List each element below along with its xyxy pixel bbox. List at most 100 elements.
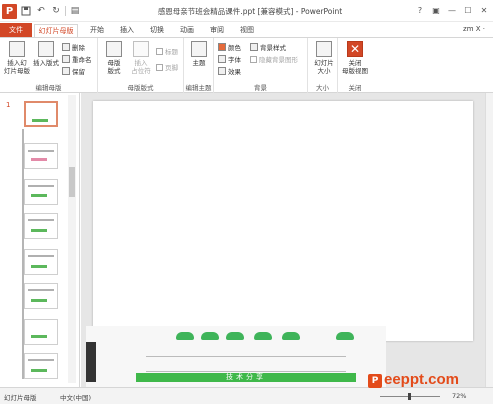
delete-icon <box>62 43 70 51</box>
insert-layout-icon <box>38 41 54 57</box>
fonts-label: 字体 <box>228 56 241 64</box>
layout-thumbnail[interactable] <box>24 213 58 239</box>
thumbnail-number: 1 <box>6 101 11 109</box>
fonts-button[interactable]: 字体 <box>218 54 241 64</box>
group-master-layout: 母版 版式 插入 占位符 标题 页脚 母版版式 <box>98 38 184 94</box>
insert-placeholder-button[interactable]: 插入 占位符 <box>128 41 154 75</box>
group-label-close: 关闭 <box>348 84 362 92</box>
save-icon[interactable] <box>20 4 32 18</box>
thumb-line <box>28 289 54 291</box>
group-edit-theme: 主题 编辑主题 <box>184 38 214 94</box>
close-master-view-button[interactable]: ✕ 关闭 母版视图 <box>340 41 370 75</box>
themes-button[interactable]: 主题 <box>187 41 211 67</box>
tree-graphic <box>201 332 219 340</box>
delete-label: 删除 <box>72 44 85 52</box>
themes-label: 主题 <box>192 59 206 67</box>
layout-thumbnail[interactable] <box>24 143 58 169</box>
background-styles-icon <box>250 43 258 51</box>
tab-animations[interactable]: 动画 <box>176 24 198 38</box>
slide-size-button[interactable]: 幻灯片 大小 <box>311 41 337 75</box>
slide-canvas[interactable] <box>93 101 473 341</box>
thumbnail-scrollbar[interactable] <box>68 95 76 383</box>
insert-slide-master-label: 插入幻 灯片母版 <box>4 59 30 75</box>
group-label-edit-theme: 编辑主题 <box>185 84 212 92</box>
start-slideshow-icon[interactable]: ▤ <box>69 4 81 18</box>
editor-scrollbar[interactable] <box>485 93 493 387</box>
colors-label: 颜色 <box>228 44 241 52</box>
hide-background-checkbox-box <box>250 55 257 63</box>
insert-layout-button[interactable]: 插入版式 <box>31 41 61 67</box>
slide-thumbnail-pane: 1 <box>0 93 80 387</box>
effects-button[interactable]: 效果 <box>218 66 241 76</box>
thumb-graphic <box>31 265 47 268</box>
layout-thumbnail[interactable] <box>24 179 58 205</box>
thumb-line <box>28 185 54 187</box>
insert-placeholder-label: 插入 占位符 <box>131 59 151 75</box>
colors-button[interactable]: 颜色 <box>218 42 241 52</box>
footer-checkbox-label: 页脚 <box>165 64 178 72</box>
minimize-button[interactable]: — <box>445 3 459 17</box>
group-label-edit-master: 编辑母版 <box>35 84 62 92</box>
preserve-button[interactable]: 保留 <box>62 66 85 76</box>
tab-file[interactable]: 文件 <box>0 23 32 38</box>
master-layout-button[interactable]: 母版 版式 <box>102 41 126 75</box>
image-grid <box>146 356 346 372</box>
status-language[interactable]: 中文(中国) <box>60 392 91 402</box>
footer-checkbox[interactable]: 页脚 <box>156 62 178 72</box>
window-title: 感恩母亲节班会精品课件.ppt [兼容模式] - PowerPoint <box>157 7 343 16</box>
tab-view[interactable]: 视图 <box>236 24 258 38</box>
delete-button[interactable]: 删除 <box>62 42 85 52</box>
tab-transitions[interactable]: 切换 <box>146 24 168 38</box>
thumb-graphic <box>31 229 47 232</box>
layout-thumbnail[interactable] <box>24 319 58 345</box>
thumb-line <box>28 219 54 221</box>
fonts-icon <box>218 55 226 63</box>
tree-graphic <box>336 332 354 340</box>
group-label-background: 背景 <box>254 84 267 92</box>
ribbon-display-options-button[interactable]: ▣ <box>429 3 443 17</box>
tab-slide-master[interactable]: 幻灯片母版 <box>34 24 78 38</box>
user-account[interactable]: zm X · <box>463 25 485 33</box>
tab-home[interactable]: 开始 <box>86 24 108 38</box>
title-checkbox-label: 标题 <box>165 48 178 56</box>
maximize-button[interactable]: ☐ <box>461 3 475 17</box>
rename-label: 重命名 <box>72 56 92 64</box>
group-label-master-layout: 母版版式 <box>127 84 154 92</box>
tab-review[interactable]: 审阅 <box>206 24 228 38</box>
title-checkbox[interactable]: 标题 <box>156 46 178 56</box>
thumb-line <box>28 255 54 257</box>
ribbon: 插入幻 灯片母版 插入版式 删除 重命名 保留 编辑母版 母版 版式 插入 占位… <box>0 37 493 94</box>
layout-thumbnail[interactable] <box>24 283 58 309</box>
tab-insert[interactable]: 插入 <box>116 24 138 38</box>
redo-icon[interactable]: ↻ <box>50 4 62 18</box>
effects-label: 效果 <box>228 68 241 76</box>
background-styles-button[interactable]: 背景样式 <box>250 42 286 52</box>
layout-thumbnail[interactable] <box>24 353 58 379</box>
status-view-name: 幻灯片母版 <box>4 394 37 402</box>
title-checkbox-box <box>156 47 163 55</box>
master-thumbnail[interactable] <box>24 101 58 127</box>
tree-graphic <box>282 332 300 340</box>
insert-slide-master-button[interactable]: 插入幻 灯片母版 <box>3 41 31 75</box>
help-button[interactable]: ? <box>413 3 427 17</box>
rename-button[interactable]: 重命名 <box>62 54 92 64</box>
themes-icon <box>191 41 207 57</box>
group-size: 幻灯片 大小 大小 <box>308 38 338 94</box>
qat-separator <box>65 6 66 16</box>
layout-thumbnail[interactable] <box>24 249 58 275</box>
hide-background-graphics-checkbox[interactable]: 隐藏背景图形 <box>250 54 298 64</box>
thumb-graphic <box>31 299 47 302</box>
group-edit-master: 插入幻 灯片母版 插入版式 删除 重命名 保留 编辑母版 <box>0 38 98 94</box>
undo-icon[interactable]: ↶ <box>35 4 47 18</box>
slide-size-label: 幻灯片 大小 <box>314 59 334 75</box>
powerpoint-app-icon[interactable]: P <box>2 3 17 19</box>
master-layout-icon <box>106 41 122 57</box>
thumb-graphic <box>31 194 47 197</box>
site-watermark: P eeppt.com <box>368 368 490 396</box>
close-window-button[interactable]: ✕ <box>477 3 491 17</box>
thumb-line <box>28 150 54 152</box>
window-controls: ? ▣ — ☐ ✕ <box>413 3 491 17</box>
insert-slide-master-icon <box>9 41 25 57</box>
background-styles-label: 背景样式 <box>260 44 286 52</box>
thumbnail-scrollbar-thumb[interactable] <box>69 167 75 197</box>
